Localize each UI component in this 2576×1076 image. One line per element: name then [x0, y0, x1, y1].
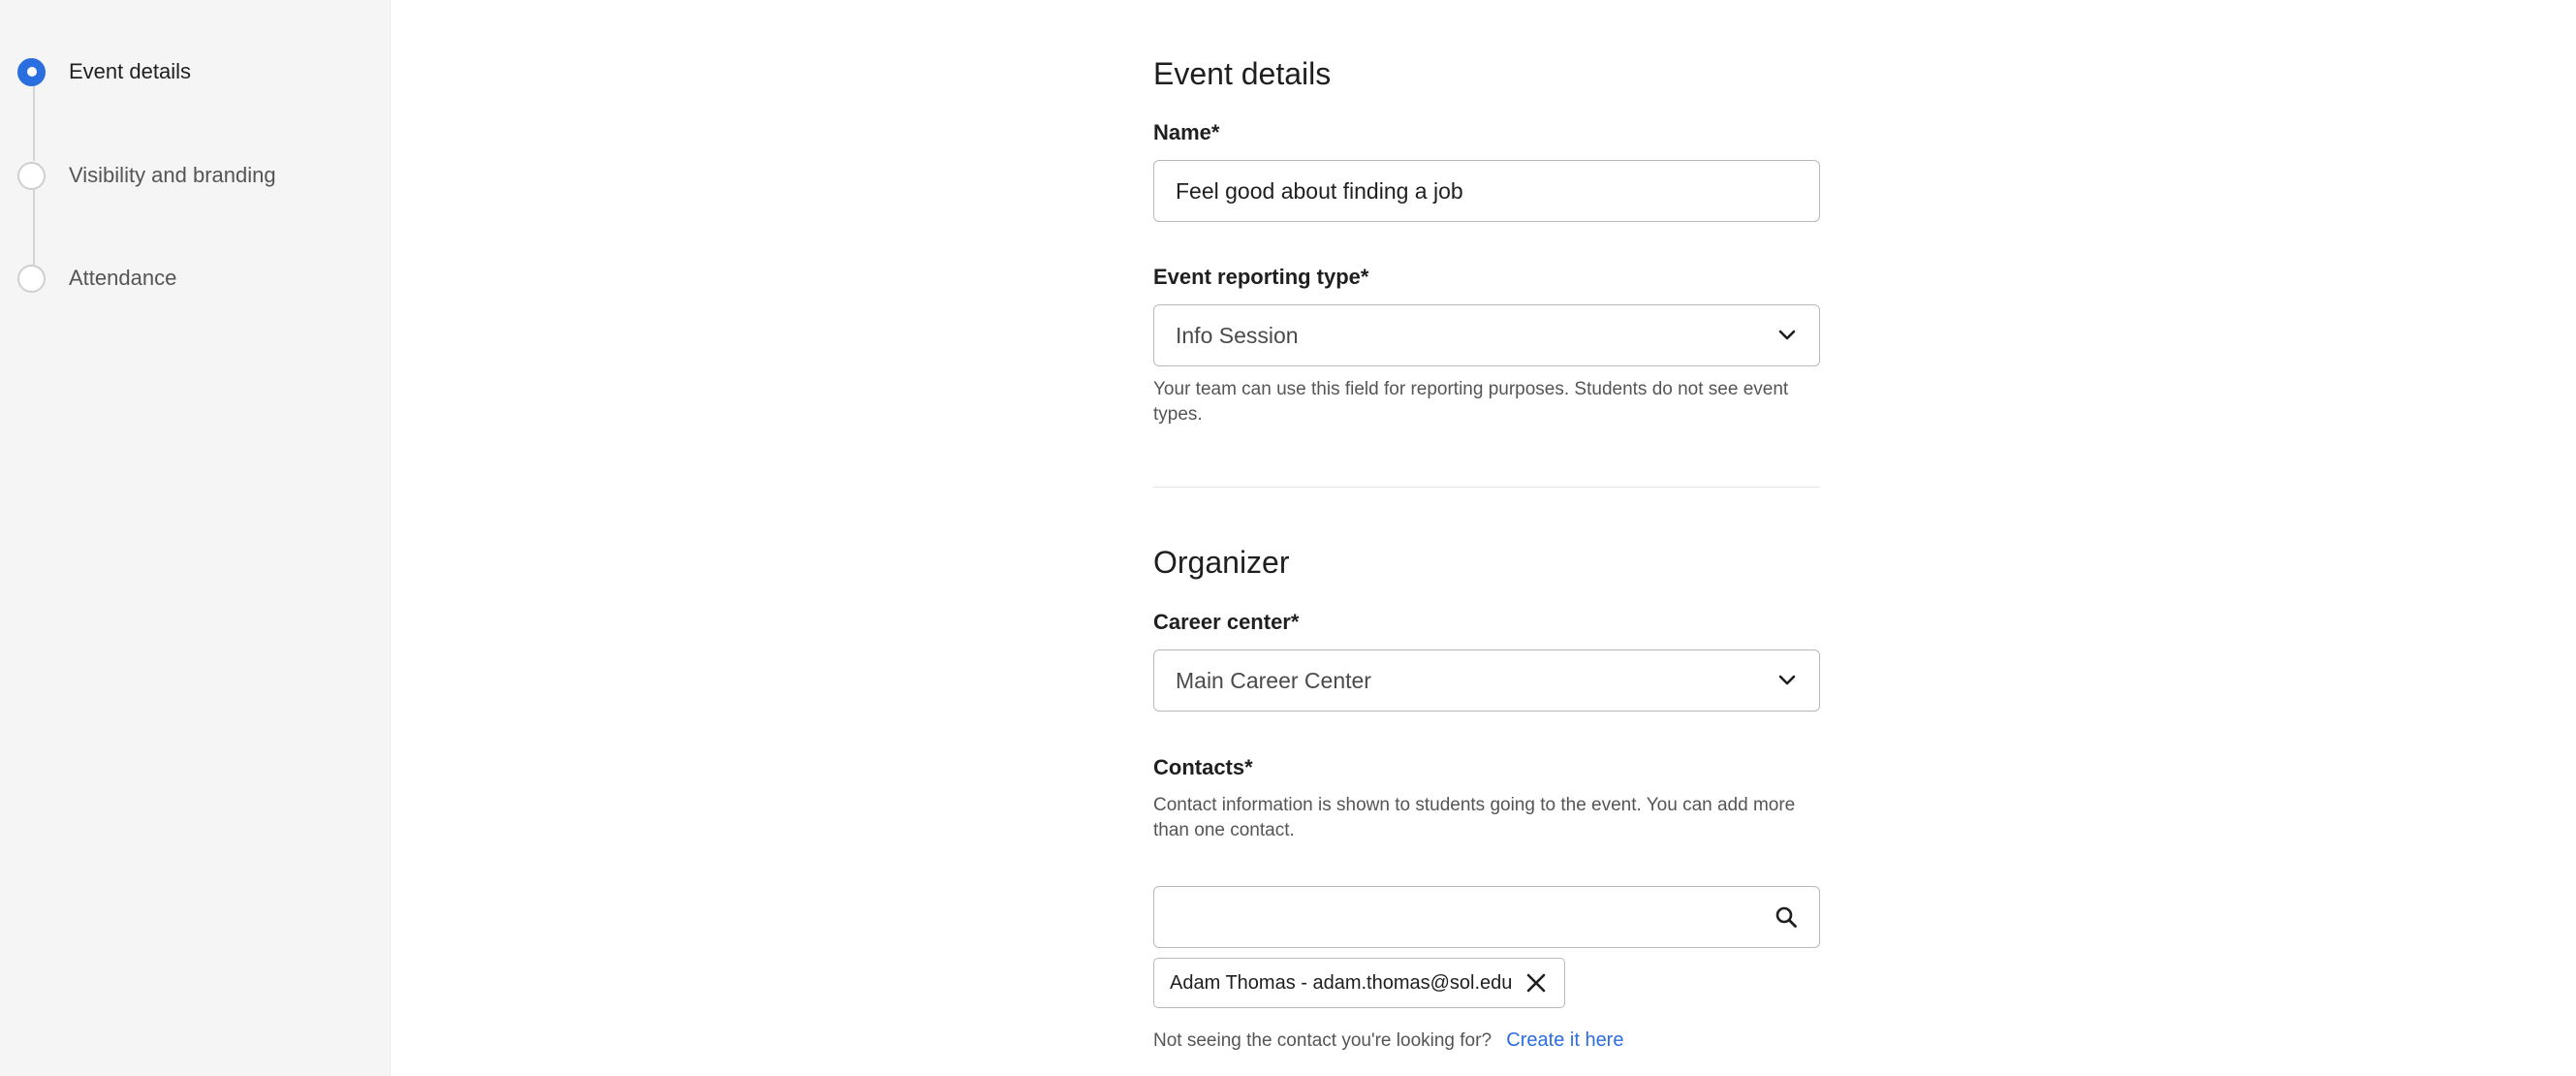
- reporting-type-help-text: Your team can use this field for reporti…: [1153, 379, 1789, 425]
- step-visibility-and-branding[interactable]: Visibility and branding: [17, 159, 276, 192]
- step-pending-indicator-icon: [17, 161, 46, 190]
- name-field-label: Name*: [1153, 120, 1220, 144]
- chevron-down-icon: [1776, 670, 1798, 691]
- contact-chip: Adam Thomas - adam.thomas@sol.edu: [1153, 958, 1566, 1008]
- step-label: Event details: [69, 59, 191, 83]
- career-center-label: Career center*: [1153, 610, 1300, 634]
- reporting-type-select[interactable]: Info Session: [1153, 304, 1820, 366]
- close-icon[interactable]: [1524, 970, 1549, 996]
- chevron-down-icon: [1776, 325, 1798, 346]
- career-center-selected-value: Main Career Center: [1176, 667, 1371, 693]
- step-label: Attendance: [69, 266, 177, 290]
- search-icon[interactable]: [1773, 903, 1800, 931]
- name-input[interactable]: Feel good about finding a job: [1153, 160, 1820, 222]
- stepper-connector: [33, 85, 35, 161]
- step-active-indicator-icon: [17, 57, 46, 86]
- career-center-select[interactable]: Main Career Center: [1153, 649, 1820, 712]
- contacts-label: Contacts*: [1153, 755, 1253, 779]
- contacts-search-input[interactable]: [1176, 886, 1773, 948]
- reporting-type-selected-value: Info Session: [1176, 322, 1299, 348]
- contact-not-found-line: Not seeing the contact you're looking fo…: [1153, 1029, 1623, 1052]
- step-event-details[interactable]: Event details: [17, 55, 191, 88]
- step-attendance[interactable]: Attendance: [17, 262, 176, 295]
- contacts-search-box: [1153, 886, 1820, 948]
- reporting-type-label: Event reporting type*: [1153, 265, 1369, 289]
- stepper-connector: [33, 189, 35, 265]
- section-divider: [1153, 487, 1820, 488]
- contact-not-found-text: Not seeing the contact you're looking fo…: [1153, 1030, 1492, 1051]
- step-label: Visibility and branding: [69, 163, 276, 187]
- step-pending-indicator-icon: [17, 264, 46, 293]
- contacts-help-text: Contact information is shown to students…: [1153, 795, 1796, 840]
- name-input-value: Feel good about finding a job: [1176, 177, 1463, 204]
- stepper-sidebar: Event details Visibility and branding At…: [0, 0, 391, 1076]
- contact-chip-label: Adam Thomas - adam.thomas@sol.edu: [1170, 971, 1513, 994]
- create-contact-link[interactable]: Create it here: [1506, 1029, 1623, 1051]
- section-title-event-details: Event details: [1153, 56, 1332, 91]
- section-title-organizer: Organizer: [1153, 545, 1290, 580]
